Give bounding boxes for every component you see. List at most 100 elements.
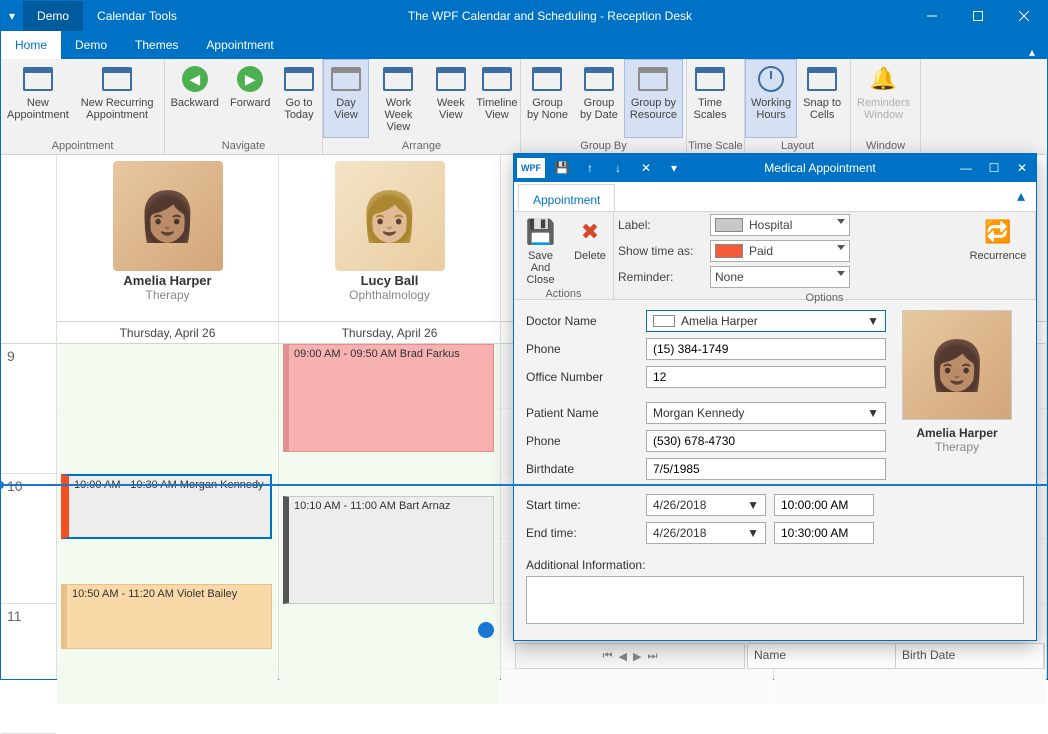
time-ruler: 9 10 11	[1, 155, 57, 679]
show-time-as-label: Show time as:	[618, 244, 706, 258]
context-tab-calendar-tools[interactable]: Calendar Tools	[83, 1, 191, 31]
next-icon[interactable]: ↓	[604, 161, 632, 175]
ribbon-group-label: Navigate	[165, 138, 322, 154]
resource-role: Ophthalmology	[349, 288, 430, 302]
save-and-close-button[interactable]: 💾 Save And Close	[514, 212, 567, 286]
column-header-birthdate[interactable]: Birth Date	[896, 644, 1044, 668]
doctor-phone-label: Phone	[526, 342, 638, 356]
reminders-window-button[interactable]: 🔔 Reminders Window	[851, 59, 916, 138]
date-header: Thursday, April 26	[279, 322, 500, 344]
birthdate-input[interactable]	[646, 458, 886, 480]
doctor-name-select[interactable]: Amelia Harper ▼	[646, 310, 886, 332]
title-bar: ▾ Demo Calendar Tools The WPF Calendar a…	[1, 1, 1047, 31]
additional-info-textarea[interactable]	[526, 576, 1024, 624]
prev-icon[interactable]: ↑	[576, 161, 604, 175]
recurrence-button[interactable]: 🔁 Recurrence	[961, 212, 1035, 290]
first-icon[interactable]: ⏮	[603, 650, 613, 663]
ribbon-group-label: Arrange	[323, 138, 520, 154]
avatar: 👩🏽	[113, 161, 223, 271]
save-icon[interactable]: 💾	[548, 161, 576, 175]
minimize-button[interactable]	[909, 1, 955, 31]
patient-name-select[interactable]: Morgan Kennedy▼	[646, 402, 886, 424]
chevron-down-icon: ▼	[747, 526, 759, 540]
time-slots[interactable]: 10:00 AM - 10:30 AM Morgan Kennedy10:50 …	[57, 344, 278, 704]
ribbon-tab-themes[interactable]: Themes	[121, 31, 192, 59]
patient-phone-input[interactable]	[646, 430, 886, 452]
week-view-button[interactable]: Week View	[428, 59, 474, 138]
recurrence-icon: 🔁	[982, 216, 1014, 248]
ribbon-tab-appointment[interactable]: Appointment	[192, 31, 287, 59]
ribbon-collapse-icon[interactable]: ▴	[1006, 182, 1036, 211]
start-time-input[interactable]	[774, 494, 874, 516]
reminder-combo[interactable]: None	[710, 266, 850, 288]
current-time-indicator	[1, 484, 1047, 486]
dialog-close-button[interactable]: ✕	[1008, 161, 1036, 175]
dialog-maximize-button[interactable]: ☐	[980, 161, 1008, 175]
week-view-icon	[436, 67, 466, 91]
qat-dropdown-icon[interactable]: ▾	[9, 9, 15, 23]
maximize-button[interactable]	[955, 1, 1001, 31]
snap-to-cells-button[interactable]: Snap to Cells	[797, 59, 847, 138]
ribbon-group-label: Layout	[745, 138, 850, 154]
time-scale-icon	[695, 67, 725, 91]
appointment[interactable]: 09:00 AM - 09:50 AM Brad Farkus	[283, 344, 494, 452]
ribbon-tab-home[interactable]: Home	[1, 31, 61, 59]
appointment-dialog: WPF 💾 ↑ ↓ ✕ ▾ Medical Appointment — ☐ ✕ …	[513, 153, 1037, 641]
go-to-today-button[interactable]: Go to Today	[276, 59, 322, 138]
patient-phone-label: Phone	[526, 434, 638, 448]
appointment[interactable]: 10:50 AM - 11:20 AM Violet Bailey	[61, 584, 272, 649]
ribbon-tab-demo[interactable]: Demo	[61, 31, 121, 59]
delete-button[interactable]: ✖ Delete	[567, 212, 613, 286]
additional-info-label: Additional Information:	[526, 558, 886, 572]
ribbon-tab-strip: Home Demo Themes Appointment ▴	[1, 31, 1047, 59]
group-by-date-button[interactable]: Group by Date	[574, 59, 624, 138]
patient-name-label: Patient Name	[526, 406, 638, 420]
delete-qat-icon[interactable]: ✕	[632, 161, 660, 175]
avatar: 👩🏼	[335, 161, 445, 271]
group-by-resource-button[interactable]: Group by Resource	[624, 59, 683, 138]
doctor-color-swatch	[653, 315, 675, 327]
forward-button[interactable]: ▶ Forward	[224, 59, 276, 138]
prev-icon[interactable]: ◀	[619, 650, 627, 663]
record-navigator[interactable]: ⏮ ◀ ▶ ⏭	[515, 643, 745, 669]
time-row: 10	[1, 474, 56, 604]
new-appointment-button[interactable]: New Appointment	[1, 59, 75, 138]
dialog-title-bar: WPF 💾 ↑ ↓ ✕ ▾ Medical Appointment — ☐ ✕	[514, 154, 1036, 182]
dialog-minimize-button[interactable]: —	[952, 161, 980, 175]
time-scales-button[interactable]: Time Scales	[687, 59, 733, 138]
dialog-title: Medical Appointment	[688, 161, 952, 175]
ribbon-collapse-icon[interactable]: ▴	[1017, 45, 1047, 59]
timeline-view-button[interactable]: Timeline View	[474, 59, 520, 138]
new-recurring-appointment-button[interactable]: New Recurring Appointment	[75, 59, 160, 138]
work-week-icon	[383, 67, 413, 91]
group-resource-icon	[638, 67, 668, 91]
label-combo[interactable]: Hospital	[710, 214, 850, 236]
end-date-picker[interactable]: 4/26/2018▼	[646, 522, 766, 544]
context-tab-demo[interactable]: Demo	[23, 1, 83, 31]
next-icon[interactable]: ▶	[633, 650, 641, 663]
close-button[interactable]	[1001, 1, 1047, 31]
chevron-down-icon	[837, 245, 845, 250]
column-header-name[interactable]: Name	[748, 644, 896, 668]
time-slots[interactable]: 09:00 AM - 09:50 AM Brad Farkus 10:10 AM …	[279, 344, 500, 704]
more-indicator-icon[interactable]	[478, 622, 494, 638]
qat-dropdown-icon[interactable]: ▾	[660, 161, 688, 175]
appointment[interactable]: 10:10 AM - 11:00 AM Bart Arnaz	[283, 496, 494, 604]
calendar-recur-icon	[102, 67, 132, 91]
group-by-none-button[interactable]: Group by None	[521, 59, 574, 138]
doctor-preview-role: Therapy	[902, 440, 1012, 454]
show-time-as-combo[interactable]: Paid	[710, 240, 850, 262]
day-view-button[interactable]: Day View	[323, 59, 369, 138]
last-icon[interactable]: ⏭	[647, 650, 657, 663]
work-week-view-button[interactable]: Work Week View	[369, 59, 428, 138]
end-time-input[interactable]	[774, 522, 874, 544]
quick-access-toolbar: ▾	[1, 9, 23, 23]
doctor-phone-input[interactable]	[646, 338, 886, 360]
dialog-tab-appointment[interactable]: Appointment	[518, 184, 615, 211]
backward-button[interactable]: ◀ Backward	[165, 59, 224, 138]
end-time-label: End time:	[526, 526, 638, 540]
working-hours-button[interactable]: Working Hours	[745, 59, 797, 138]
office-number-input[interactable]	[646, 366, 886, 388]
start-date-picker[interactable]: 4/26/2018▼	[646, 494, 766, 516]
chevron-down-icon	[837, 219, 845, 224]
